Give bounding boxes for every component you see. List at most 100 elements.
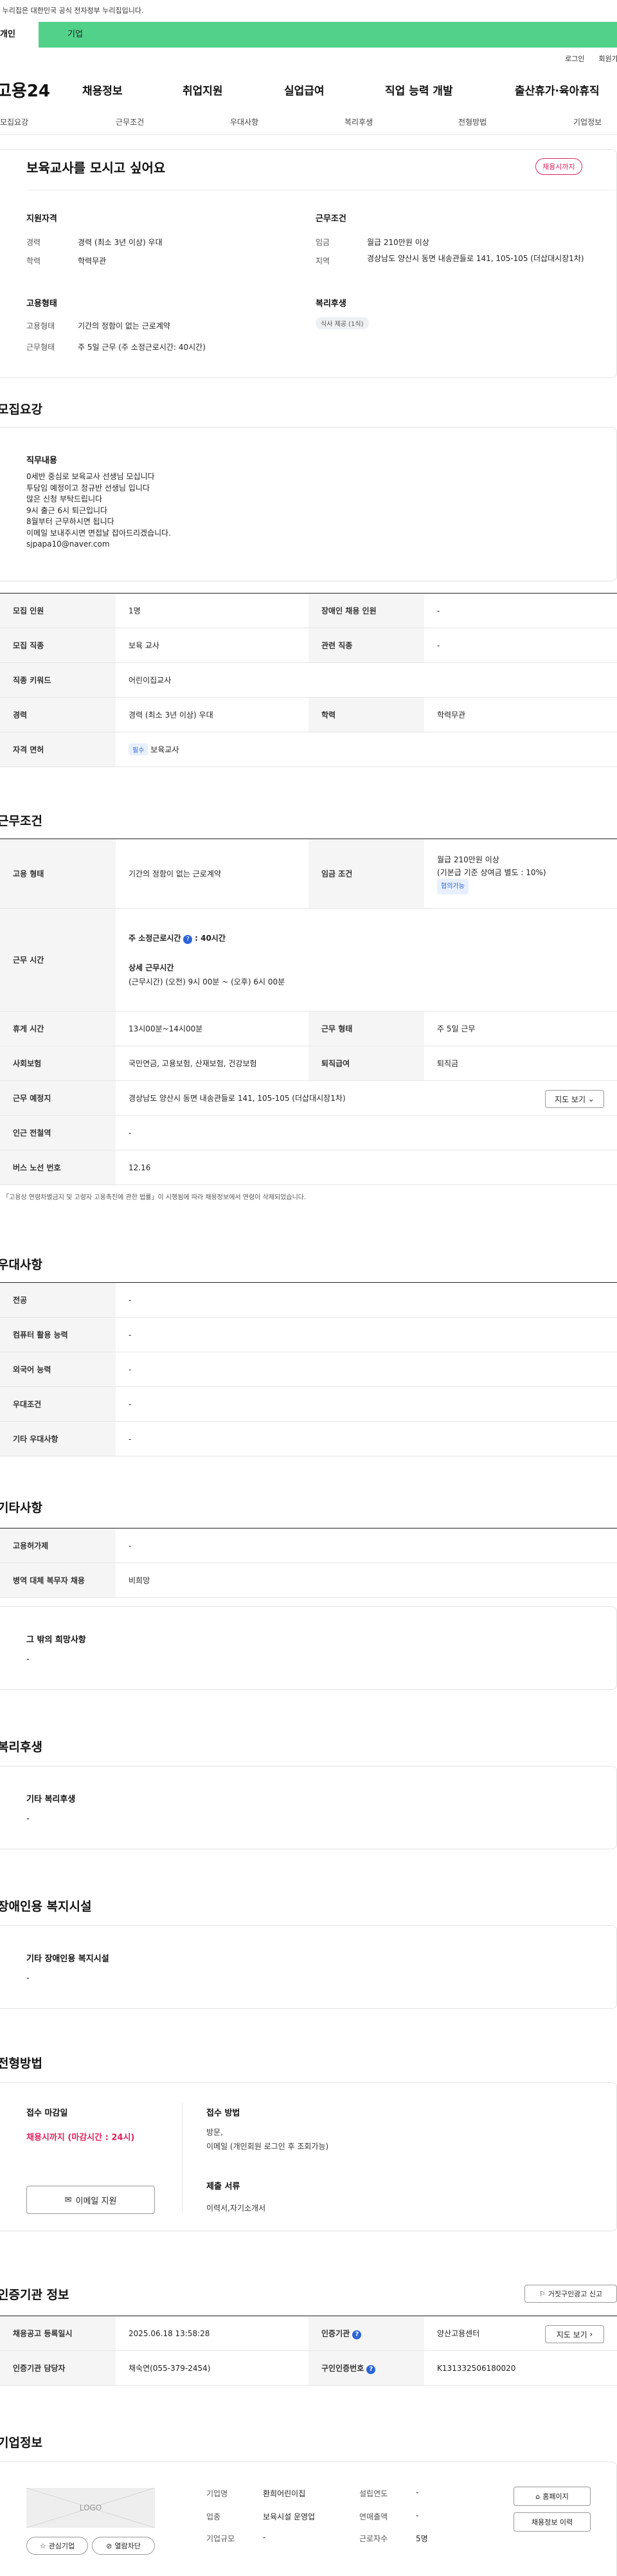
company-staff-value: 5명 [416,2534,428,2543]
company-size-label: 기업규모 [206,2534,235,2543]
company-box: LOGO ☆ 관심기업 ⊘ 열람차단 기업명 환희어린이집 설립연도 - 업종 보육… [0,2462,617,2576]
table-header: 임금 조건 [308,839,424,909]
company-title: 기업정보 [0,2436,42,2450]
info-icon[interactable]: ? [352,2330,362,2339]
wage-label: 임금 [316,238,330,247]
welfare-title: 복리후생 [0,1740,42,1754]
info-icon[interactable]: ? [183,934,193,944]
map-button-label: 지도 보기 [555,1094,586,1104]
table-header: 병역 대체 복무자 채용 [0,1563,116,1598]
nav-conditions[interactable]: 근무조건 [116,116,144,127]
login-link[interactable]: 로그인 [565,53,584,64]
agency-title: 인증기관 정보 [0,2288,69,2302]
table-row: 고용허가제 - [0,1528,617,1563]
tab-company-label: 기업 [67,30,83,39]
duty-text: 0세반 중심로 보육교사 선생님 모십니다 투담임 예정이고 정규반 선생님 입… [26,471,171,550]
wage-bonus: (기본급 기준 상여금 별도 : 10%) [437,867,546,877]
recruit-title: 모집요강 [0,403,42,417]
conditions-table: 고용 형태 기간의 정함이 없는 근로계약 임금 조건 월급 210만원 이상 … [0,839,617,1201]
favorite-button[interactable]: ☆ 관심기업 [26,2537,88,2555]
detail-hours-value: (근무시간) (오전) 9시 00분 ~ (오후) 6시 00분 [129,977,285,986]
preference-table: 전공 - 컴퓨터 활용 능력 - 외국어 능력 - 우대조건 - 기타 우대사항 - [0,1282,617,1456]
nav-preference[interactable]: 우대사항 [230,116,258,127]
homepage-button[interactable]: ⌂ 홈페이지 [514,2487,591,2506]
duty-line: 투담임 예정이고 정규반 선생님 입니다 [26,483,150,493]
welfare-badge: 식사 제공 (1식) [316,317,369,329]
agency-map-label: 지도 보기 [556,2330,587,2339]
region-label: 지역 [316,257,330,266]
hope-value: - [26,1655,30,1664]
table-row: 인증기관 담당자 채숙연(055-379-2454) 구인인증번호 ? K131… [0,2350,617,2386]
gnb-jobs[interactable]: 채용정보 [82,82,123,98]
email-apply-button[interactable]: ✉ 이메일 지원 [26,2186,155,2214]
hours-value: : 40시간 [195,933,226,943]
table-row: 근무 시간 주 소정근로시간 ? : 40시간 상세 근무시간 (근무시간) (… [0,908,617,1011]
company-name-value: 환희어린이집 [263,2489,306,2498]
table-header: 기타 우대사항 [0,1421,116,1456]
company-year-label: 설립연도 [359,2489,388,2498]
report-button[interactable]: ⚐ 거짓구인광고 신고 [524,2285,617,2303]
gnb-training[interactable]: 직업 능력 개발 [385,82,453,98]
table-header: 전공 [0,1282,116,1318]
info-icon[interactable]: ? [366,2364,376,2374]
table-row: 경력 경력 (최소 3년 이상) 우대 학력 학력무관 [0,697,617,732]
method-value-1: 방문, [206,2128,223,2137]
duty-heading: 직무내용 [26,456,57,466]
table-row: 병역 대체 복무자 채용 비희망 [0,1563,617,1598]
gnb-parental-leave[interactable]: 출산휴가·육아휴직 [515,82,600,98]
conditions-title: 근무조건 [0,814,42,828]
table-header: 컴퓨터 활용 능력 [0,1317,116,1352]
table-cell: 학력무관 [424,697,617,732]
nav-selection[interactable]: 전형방법 [458,116,487,127]
table-row: 휴게 시간 13시00분~14시00분 근무 형태 주 5일 근무 [0,1011,617,1046]
gnb-unemployment[interactable]: 실업급여 [284,82,325,98]
table-cell: 12.16 [116,1150,617,1185]
favorite-label: 관심기업 [48,2542,75,2550]
company-size-value: - [263,2533,266,2542]
table-cell: - [424,628,617,663]
tab-company[interactable]: 기업 [39,22,617,48]
site-logo[interactable]: 고용24 [0,78,76,102]
table-cell: 월급 210만원 이상 (기본급 기준 상여금 별도 : 10%) 협의가능 [424,839,617,909]
table-cell: - [116,1282,617,1318]
block-icon: ⊘ [106,2541,112,2550]
block-button[interactable]: ⊘ 열람차단 [92,2537,155,2555]
docs-heading: 제출 서류 [206,2182,240,2191]
signup-link[interactable]: 회원가입 [599,53,617,64]
table-row: 채용공고 등록일시 2025.06.18 13:58:28 인증기관 ? 양산고… [0,2316,617,2351]
nav-company[interactable]: 기업정보 [573,116,602,127]
agency-map-button[interactable]: 지도 보기 › [545,2325,604,2343]
table-header: 근무 형태 [308,1011,424,1046]
career-value: 경력 (최소 3년 이상) 우대 [78,238,163,247]
agency-table: 채용공고 등록일시 2025.06.18 13:58:28 인증기관 ? 양산고… [0,2316,617,2386]
table-cell: - [116,1115,617,1150]
chevron-down-icon: ⌄ [587,1094,595,1103]
table-cell: K131332506180020 [424,2350,617,2386]
table-row: 컴퓨터 활용 능력 - [0,1317,617,1352]
method-heading: 접수 방법 [206,2109,240,2118]
table-header: 휴게 시간 [0,1011,116,1046]
table-header: 모집 직종 [0,628,116,663]
table-cell: 2025.06.18 13:58:28 [116,2316,308,2351]
gnb-employment-support[interactable]: 취업지원 [183,82,223,98]
table-cell: 경력 (최소 3년 이상) 우대 [116,697,308,732]
qual-heading: 지원자격 [26,214,57,224]
disabled-box: 기타 장애인용 복지시설 - [0,1925,617,2009]
table-row: 직종 키워드 어린이집교사 [0,662,617,698]
nav-recruit[interactable]: 모집요강 [0,116,28,127]
table-row: 버스 노선 번호 12.16 [0,1150,617,1185]
table-header: 근무 예정지 [0,1080,116,1116]
table-header: 경력 [0,697,116,732]
gov-banner-text: 이 누리집은 대한민국 공식 전자정부 누리집입니다. [0,6,144,15]
tab-personal[interactable]: 개인 [0,22,39,48]
map-button[interactable]: 지도 보기 ⌄ [545,1090,604,1108]
job-history-button[interactable]: 채용정보 이력 [514,2512,591,2532]
table-row: 전공 - [0,1282,617,1318]
table-header: 채용공고 등록일시 [0,2316,116,2351]
emp-heading: 고용형태 [26,299,57,309]
block-label: 열람차단 [114,2542,141,2550]
emptype-label: 고용형태 [26,322,55,331]
welfare-box-heading: 기타 복리후생 [26,1795,76,1804]
nav-welfare[interactable]: 복리후생 [344,116,373,127]
table-row: 사회보험 국민연금, 고용보험, 산재보험, 건강보험 퇴직급여 퇴직금 [0,1046,617,1081]
